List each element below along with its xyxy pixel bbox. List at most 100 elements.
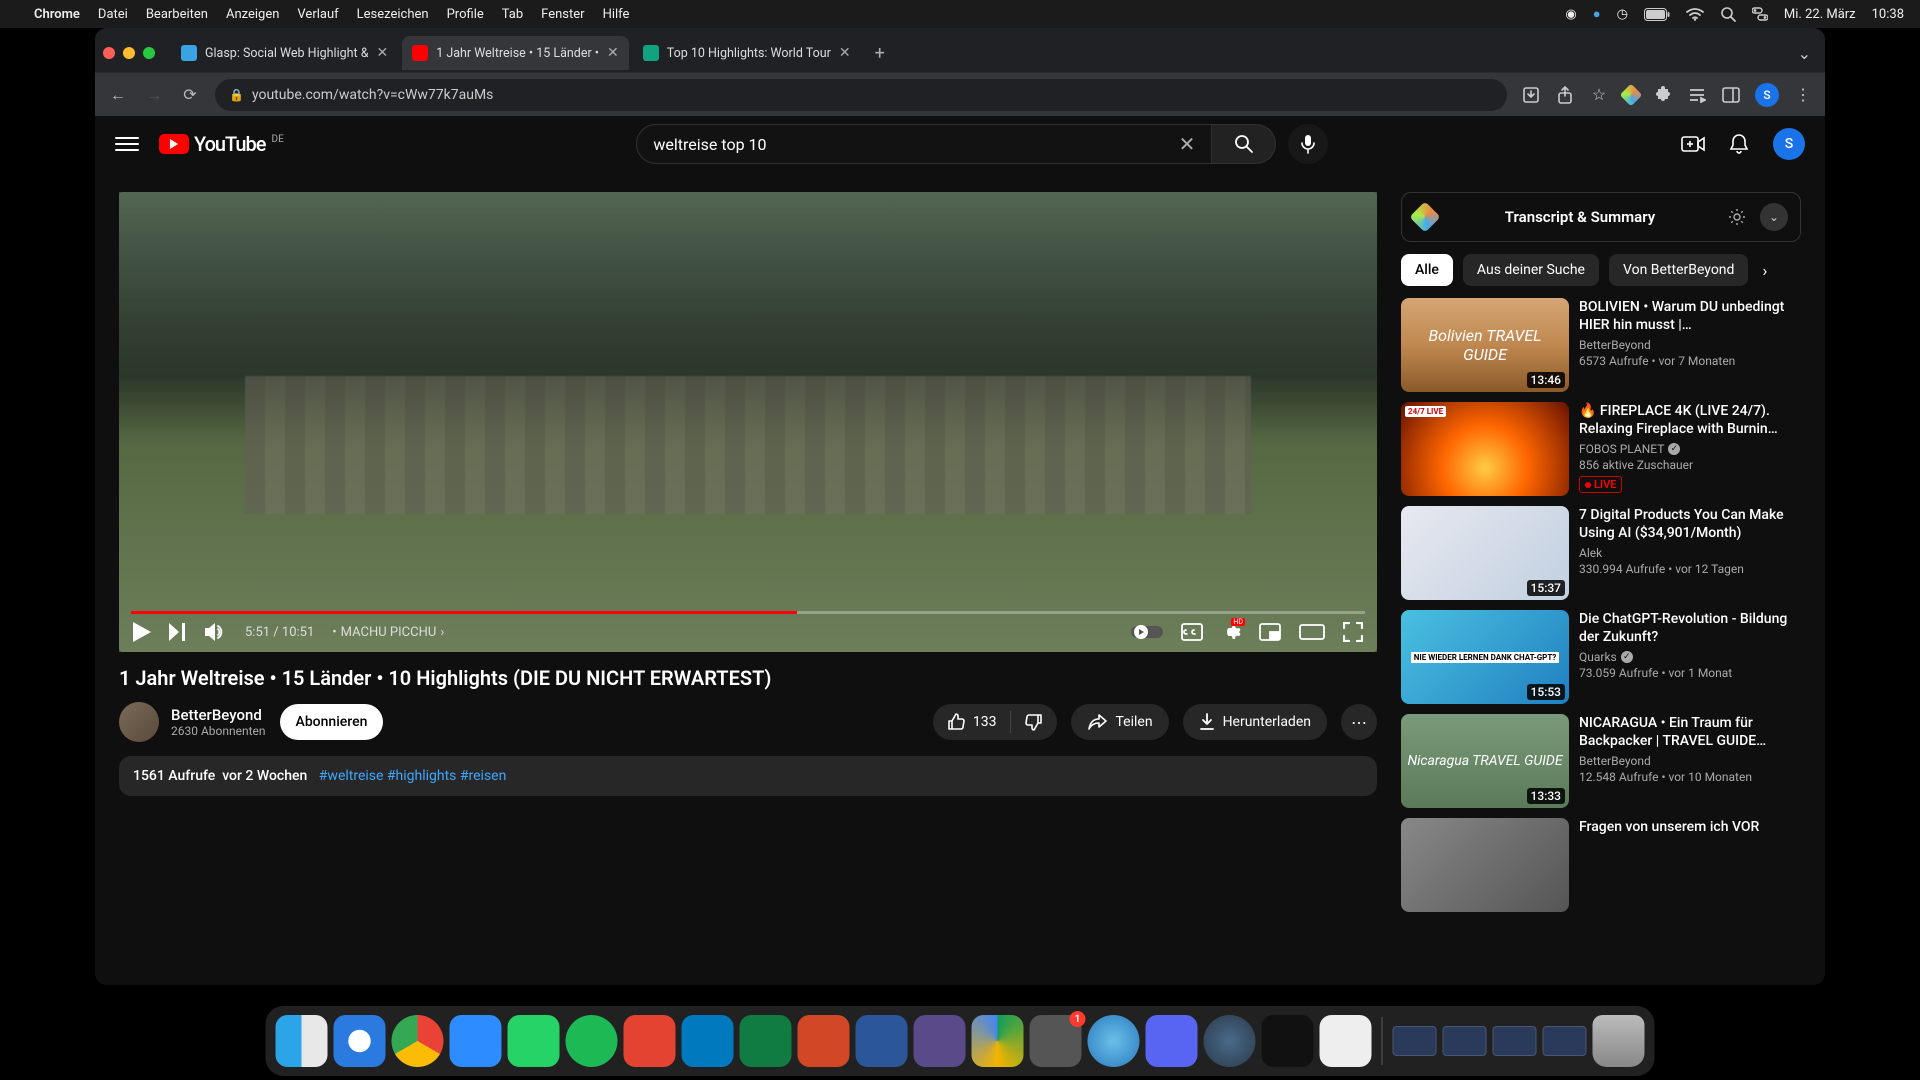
dock-word[interactable] (856, 1015, 908, 1067)
record-icon[interactable]: ◉ (1565, 7, 1576, 22)
search-input-wrapper[interactable]: ✕ (636, 124, 1212, 164)
recommendation-item[interactable]: NIE WIEDER LERNEN DANK CHAT-GPT? 15:53 D… (1401, 610, 1801, 704)
dock-trello[interactable] (682, 1015, 734, 1067)
share-button[interactable]: Teilen (1071, 704, 1168, 740)
tab-glasp[interactable]: Glasp: Social Web Highlight & ✕ (171, 36, 398, 70)
voice-search-button[interactable] (1288, 124, 1328, 164)
menubar-time[interactable]: 10:38 (1872, 7, 1904, 22)
menu-bearbeiten[interactable]: Bearbeiten (146, 7, 208, 22)
subscribe-button[interactable]: Abonnieren (280, 704, 384, 740)
dock-discord[interactable] (1146, 1015, 1198, 1067)
new-tab-button[interactable]: + (865, 43, 895, 64)
kebab-menu-icon[interactable]: ⋮ (1793, 85, 1813, 105)
create-icon[interactable] (1681, 134, 1705, 154)
back-button[interactable]: ← (107, 85, 129, 105)
recommendation-item[interactable]: Nicaragua TRAVEL GUIDE 13:33 NICARAGUA •… (1401, 714, 1801, 808)
clock-icon[interactable]: ◷ (1617, 7, 1628, 22)
channel-block[interactable]: BetterBeyond 2630 Abonnenten (119, 702, 266, 742)
extensions-icon[interactable] (1653, 85, 1673, 105)
dock-drive[interactable] (972, 1015, 1024, 1067)
dock-excel[interactable] (740, 1015, 792, 1067)
download-button[interactable]: Herunterladen (1183, 704, 1327, 740)
maximize-window-button[interactable] (143, 47, 155, 59)
minimize-window-button[interactable] (123, 47, 135, 59)
search-input[interactable] (653, 135, 1178, 154)
dock-imovie[interactable] (914, 1015, 966, 1067)
theater-button[interactable] (1299, 624, 1325, 640)
search-button[interactable] (1212, 124, 1276, 164)
dock-minimized-window[interactable] (1393, 1026, 1437, 1056)
bookmark-icon[interactable]: ☆ (1589, 85, 1609, 105)
share-icon[interactable] (1555, 85, 1575, 105)
autoplay-toggle[interactable] (1131, 624, 1163, 640)
recommendation-item[interactable]: 15:37 7 Digital Products You Can Make Us… (1401, 506, 1801, 600)
dock-powerpoint[interactable] (798, 1015, 850, 1067)
dock-app-blue[interactable] (1088, 1015, 1140, 1067)
play-button[interactable] (133, 622, 151, 642)
chip-von-betterbeyond[interactable]: Von BetterBeyond (1609, 254, 1748, 286)
dock-minimized-window[interactable] (1443, 1026, 1487, 1056)
dock-whatsapp[interactable] (508, 1015, 560, 1067)
spotlight-icon[interactable] (1720, 6, 1736, 22)
fullscreen-button[interactable] (1343, 622, 1363, 642)
menubar-app[interactable]: Chrome (34, 7, 80, 22)
more-actions-button[interactable]: ⋯ (1341, 704, 1377, 740)
dock-settings[interactable]: 1 (1030, 1015, 1082, 1067)
menu-tab[interactable]: Tab (502, 7, 523, 22)
dock-safari[interactable] (334, 1015, 386, 1067)
channel-avatar[interactable] (119, 702, 159, 742)
hamburger-icon[interactable] (115, 132, 139, 156)
menu-anzeigen[interactable]: Anzeigen (226, 7, 279, 22)
url-input[interactable]: 🔒 youtube.com/watch?v=cWw77k7auMs (215, 79, 1507, 111)
chip-aus-deiner-suche[interactable]: Aus deiner Suche (1463, 254, 1599, 286)
notifications-icon[interactable] (1729, 133, 1749, 155)
dock-minimized-window[interactable] (1543, 1026, 1587, 1056)
battery-icon[interactable] (1644, 8, 1670, 21)
volume-button[interactable] (205, 623, 227, 641)
tab-close-icon[interactable]: ✕ (839, 45, 851, 61)
dock-finder[interactable] (276, 1015, 328, 1067)
tab-close-icon[interactable]: ✕ (376, 45, 388, 61)
clear-search-icon[interactable]: ✕ (1179, 132, 1196, 156)
tab-close-icon[interactable]: ✕ (607, 45, 619, 61)
dock-trash[interactable] (1593, 1015, 1645, 1067)
description-box[interactable]: 1561 Aufrufe vor 2 Wochen #weltreise #hi… (119, 756, 1377, 796)
dock-quicktime[interactable] (1204, 1015, 1256, 1067)
menubar-date[interactable]: Mi. 22. März (1784, 7, 1856, 22)
captions-button[interactable] (1181, 623, 1203, 641)
dock-todoist[interactable] (624, 1015, 676, 1067)
tab-youtube[interactable]: 1 Jahr Weltreise • 15 Länder • ✕ (402, 36, 629, 70)
wifi-icon[interactable] (1686, 8, 1704, 21)
install-icon[interactable] (1521, 85, 1541, 105)
dock-app-white[interactable] (1320, 1015, 1372, 1067)
settings-button[interactable]: HD (1221, 622, 1241, 642)
miniplayer-button[interactable] (1259, 623, 1281, 641)
menu-verlauf[interactable]: Verlauf (297, 7, 338, 22)
panel-settings-icon[interactable] (1724, 204, 1750, 230)
chapter-label[interactable]: • MACHU PICCHU › (332, 625, 444, 640)
video-player[interactable]: 5:51 / 10:51 • MACHU PICCHU › HD (119, 192, 1377, 652)
sidepanel-icon[interactable] (1721, 85, 1741, 105)
dock-voice-memos[interactable] (1262, 1015, 1314, 1067)
forward-button[interactable]: → (143, 85, 165, 105)
youtube-logo[interactable]: YouTube DE (159, 132, 284, 156)
tab-chatgpt[interactable]: Top 10 Highlights: World Tour ✕ (633, 36, 861, 70)
channel-name[interactable]: BetterBeyond (171, 706, 266, 724)
menu-datei[interactable]: Datei (98, 7, 128, 22)
reload-button[interactable]: ⟳ (179, 85, 201, 104)
dock-minimized-window[interactable] (1493, 1026, 1537, 1056)
dock-chrome[interactable] (392, 1015, 444, 1067)
recommendation-item[interactable]: Fragen von unserem ich VOR (1401, 818, 1801, 912)
next-button[interactable] (169, 623, 187, 641)
hashtags[interactable]: #weltreise #highlights #reisen (319, 768, 507, 784)
close-window-button[interactable] (103, 47, 115, 59)
glasp-extension-icon[interactable] (1620, 83, 1643, 106)
user-avatar[interactable]: S (1773, 128, 1805, 160)
recommendation-item[interactable]: 24/7 LIVE 🔥 FIREPLACE 4K (LIVE 24/7). Re… (1401, 402, 1801, 496)
menu-fenster[interactable]: Fenster (541, 7, 584, 22)
panel-collapse-button[interactable]: ⌄ (1760, 203, 1788, 231)
menu-hilfe[interactable]: Hilfe (603, 7, 630, 22)
dock-spotify[interactable] (566, 1015, 618, 1067)
menu-lesezeichen[interactable]: Lesezeichen (357, 7, 429, 22)
status-dot-icon[interactable]: ● (1593, 6, 1601, 22)
